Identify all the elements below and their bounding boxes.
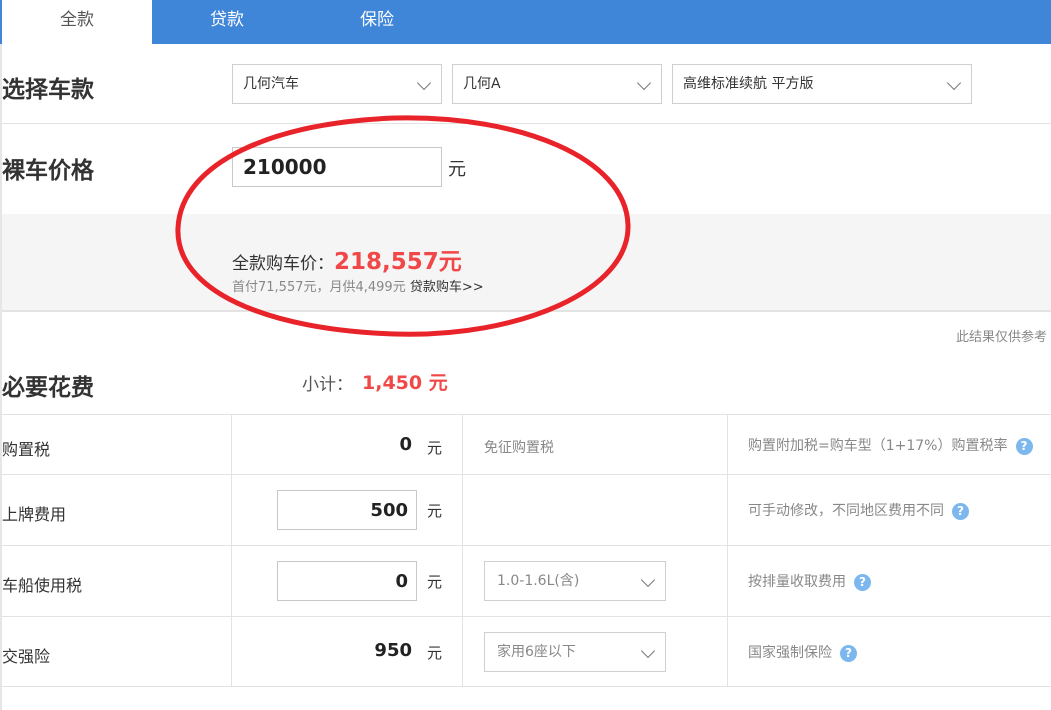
fee-label-purchase-tax: 购置税: [2, 440, 51, 459]
required-fees-title: 必要花费: [2, 375, 94, 401]
subtotal-value: 1,450 元: [362, 372, 448, 394]
help-icon[interactable]: ?: [1015, 437, 1033, 455]
registration-fee-input[interactable]: [277, 490, 417, 530]
compulsory-insurance-value: 950: [374, 640, 412, 661]
brand-select[interactable]: 几何汽车: [232, 64, 442, 104]
fee-label-vehicle-tax: 车船使用税: [2, 576, 83, 595]
compulsory-insurance-tip-text: 国家强制保险: [748, 645, 832, 661]
engine-displacement-value: 1.0-1.6L(含): [497, 573, 580, 589]
select-car-title: 选择车款: [2, 77, 94, 103]
seat-count-value: 家用6座以下: [497, 644, 576, 660]
help-icon[interactable]: ?: [952, 502, 969, 520]
engine-displacement-select[interactable]: 1.0-1.6L(含): [484, 561, 666, 601]
price-summary: 全款购车价：218,557元 首付71,557元，月供4,499元 贷款购车>>: [2, 214, 1051, 312]
registration-fee-tip: 可手动修改，不同地区费用不同?: [748, 500, 969, 520]
chevron-down-icon: [416, 75, 432, 91]
subtotal-label: 小计：: [302, 375, 353, 395]
model-select[interactable]: 几何A: [452, 64, 662, 104]
table-row: 交强险 950 元 家用6座以下 国家强制保险?: [2, 617, 1051, 687]
total-price: 全款购车价：218,557元: [232, 242, 462, 276]
trim-select[interactable]: 高维标准续航 平方版: [672, 64, 972, 104]
disclaimer-note: 此结果仅供参考: [955, 330, 1047, 345]
chevron-down-icon: [946, 75, 962, 91]
tab-full-payment[interactable]: 全款: [2, 0, 152, 44]
help-icon[interactable]: ?: [840, 644, 857, 662]
purchase-tax-tip: 购置附加税=购车型（1+17%）购置税率?: [748, 435, 1033, 455]
fee-label-compulsory-insurance: 交强险: [2, 647, 51, 666]
brand-select-value: 几何汽车: [243, 76, 299, 92]
vehicle-tax-tip: 按排量收取费用?: [748, 571, 871, 591]
total-price-label: 全款购车价：: [232, 254, 334, 274]
tab-bar: 全款 贷款 保险: [0, 0, 1051, 44]
trim-select-value: 高维标准续航 平方版: [683, 76, 814, 92]
registration-fee-tip-text: 可手动修改，不同地区费用不同: [748, 503, 944, 519]
purchase-tax-unit: 元: [427, 439, 443, 457]
seat-count-select[interactable]: 家用6座以下: [484, 632, 666, 672]
purchase-tax-desc: 免征购置税: [484, 440, 554, 456]
registration-fee-unit: 元: [427, 502, 443, 520]
loan-purchase-link[interactable]: 贷款购车>>: [410, 280, 484, 295]
bare-price-unit: 元: [448, 159, 466, 180]
fee-label-registration: 上牌费用: [2, 505, 67, 524]
model-select-value: 几何A: [463, 76, 501, 92]
purchase-tax-value: 0: [399, 434, 412, 455]
chevron-down-icon: [640, 643, 656, 659]
table-row: 上牌费用 元 可手动修改，不同地区费用不同?: [2, 475, 1051, 546]
table-row: 购置税 0 元 免征购置税 购置附加税=购车型（1+17%）购置税率?: [2, 415, 1051, 475]
bare-price-title: 裸车价格: [2, 158, 94, 184]
table-row: 车船使用税 元 1.0-1.6L(含) 按排量收取费用?: [2, 546, 1051, 617]
total-price-value: 218,557元: [334, 249, 462, 275]
purchase-tax-tip-text: 购置附加税=购车型（1+17%）购置税率: [748, 438, 1008, 454]
vehicle-tax-unit: 元: [427, 573, 443, 591]
vehicle-tax-tip-text: 按排量收取费用: [748, 574, 846, 590]
help-icon[interactable]: ?: [854, 573, 871, 591]
divider: [2, 123, 1051, 124]
bare-price-input[interactable]: [232, 147, 442, 187]
vehicle-tax-input[interactable]: [277, 561, 417, 601]
required-fees-table: 购置税 0 元 免征购置税 购置附加税=购车型（1+17%）购置税率? 上牌费用…: [2, 414, 1051, 687]
loan-summary-text: 首付71,557元，月供4,499元: [232, 280, 406, 295]
chevron-down-icon: [636, 75, 652, 91]
tab-insurance[interactable]: 保险: [302, 0, 452, 44]
tab-loan[interactable]: 贷款: [152, 0, 302, 44]
compulsory-insurance-tip: 国家强制保险?: [748, 642, 857, 662]
compulsory-insurance-unit: 元: [427, 644, 443, 662]
loan-summary: 首付71,557元，月供4,499元 贷款购车>>: [232, 276, 484, 295]
chevron-down-icon: [640, 572, 656, 588]
